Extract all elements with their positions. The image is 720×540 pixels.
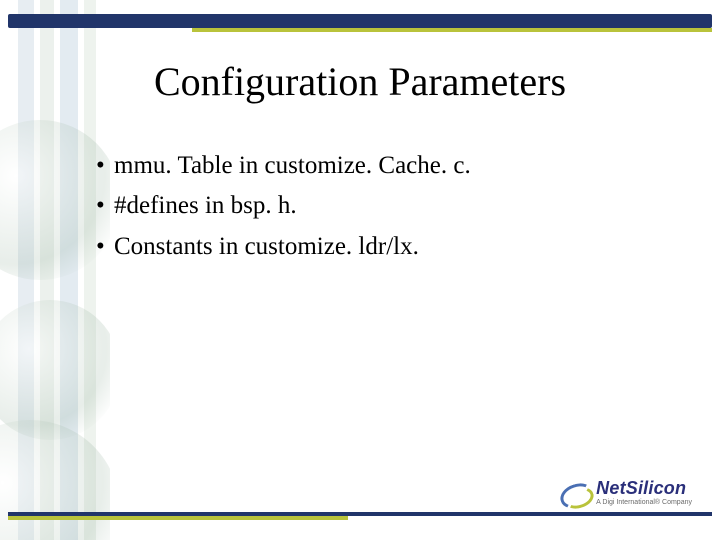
bullet-icon (96, 229, 114, 265)
slide-title: Configuration Parameters (0, 58, 720, 105)
logo-text: NetSilicon A Digi International® Company (596, 479, 692, 506)
bottom-accent (8, 516, 348, 520)
list-item: #defines in bsp. h. (96, 188, 680, 224)
logo-icon (560, 482, 590, 504)
list-item-text: mmu. Table in customize. Cache. c. (114, 148, 471, 184)
logo-tagline: A Digi International® Company (596, 499, 692, 506)
top-accent (192, 28, 712, 32)
list-item: Constants in customize. ldr/lx. (96, 229, 680, 265)
list-item-text: Constants in customize. ldr/lx. (114, 229, 419, 265)
logo-name: NetSilicon (596, 479, 692, 497)
slide: Configuration Parameters mmu. Table in c… (0, 0, 720, 540)
footer-logo: NetSilicon A Digi International® Company (560, 479, 692, 506)
list-item: mmu. Table in customize. Cache. c. (96, 148, 680, 184)
top-bar (8, 14, 712, 28)
list-item-text: #defines in bsp. h. (114, 188, 297, 224)
slide-body: mmu. Table in customize. Cache. c. #defi… (96, 148, 680, 269)
bullet-icon (96, 188, 114, 224)
bullet-icon (96, 148, 114, 184)
